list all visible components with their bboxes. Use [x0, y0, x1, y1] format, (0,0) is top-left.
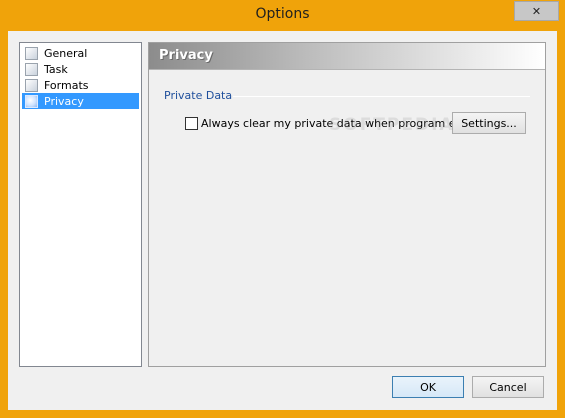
title-bar[interactable]: Options ✕ [0, 0, 565, 31]
group-divider [233, 96, 530, 97]
cancel-button-label: Cancel [489, 380, 527, 394]
ok-button-label: OK [420, 380, 436, 394]
tree-item-task[interactable]: Task [22, 61, 139, 77]
tree-item-label: Task [44, 62, 68, 76]
tree-item-label: Privacy [44, 94, 84, 108]
settings-panel: Privacy Private Data Always clear my pri… [148, 42, 546, 367]
ok-button[interactable]: OK [392, 376, 464, 398]
options-window: Options ✕ General Task Formats Privacy P… [0, 0, 565, 418]
watermark: SOFTPEDIA [329, 115, 455, 135]
formats-icon [25, 78, 38, 92]
dialog-client-area: General Task Formats Privacy Privacy Pri… [8, 31, 557, 410]
panel-header: Privacy [149, 43, 545, 70]
clear-private-data-checkbox[interactable] [185, 117, 198, 130]
tree-item-general[interactable]: General [22, 45, 139, 61]
group-label-private-data: Private Data [164, 89, 233, 102]
tree-item-label: Formats [44, 78, 89, 92]
category-tree[interactable]: General Task Formats Privacy [19, 42, 142, 367]
settings-button-label: Settings... [461, 116, 517, 130]
general-icon [25, 46, 38, 60]
tree-item-privacy[interactable]: Privacy [22, 93, 139, 109]
task-icon [25, 62, 38, 76]
tree-item-label: General [44, 46, 88, 60]
cancel-button[interactable]: Cancel [472, 376, 544, 398]
close-button[interactable]: ✕ [514, 1, 559, 21]
panel-title: Privacy [159, 48, 213, 63]
window-title: Options [255, 6, 310, 22]
privacy-icon [25, 94, 38, 108]
close-icon: ✕ [531, 4, 542, 18]
settings-button[interactable]: Settings... [452, 112, 526, 134]
tree-item-formats[interactable]: Formats [22, 77, 139, 93]
